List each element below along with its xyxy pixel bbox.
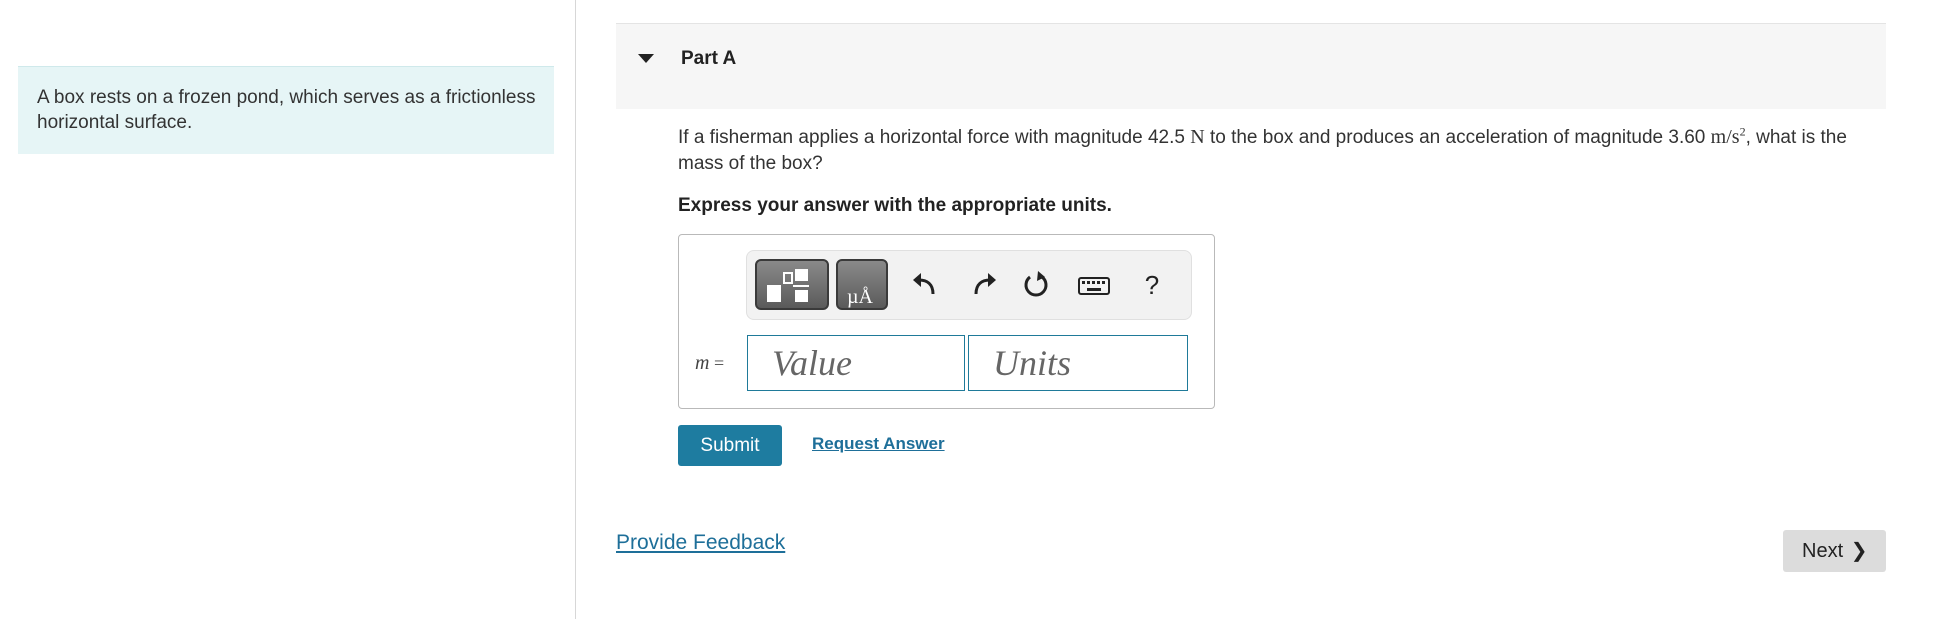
help-button[interactable]: ? bbox=[1135, 268, 1169, 302]
units-symbols-button[interactable]: µÅ bbox=[836, 259, 888, 310]
provide-feedback-link[interactable]: Provide Feedback bbox=[616, 531, 785, 555]
submit-button[interactable]: Submit bbox=[678, 425, 782, 466]
accel-unit: m/s2 bbox=[1710, 124, 1746, 148]
svg-text:µÅ: µÅ bbox=[847, 286, 874, 308]
redo-icon bbox=[974, 273, 996, 295]
problem-intro: A box rests on a frozen pond, which serv… bbox=[18, 66, 554, 154]
caret-down-icon[interactable] bbox=[638, 54, 654, 63]
mass-label: m = bbox=[695, 352, 725, 374]
keyboard-icon bbox=[1078, 277, 1110, 295]
question-text: If a fisherman applies a horizontal forc… bbox=[678, 124, 1847, 174]
redo-button[interactable] bbox=[966, 268, 1000, 302]
units-symbols-icon: µÅ bbox=[847, 286, 874, 308]
force-unit: N bbox=[1190, 126, 1205, 148]
part-header[interactable]: Part A bbox=[616, 23, 1886, 109]
left-pane: A box rests on a frozen pond, which serv… bbox=[0, 0, 576, 619]
next-button[interactable]: Next ❯ bbox=[1783, 530, 1886, 572]
part-title: Part A bbox=[681, 48, 737, 69]
request-answer-link[interactable]: Request Answer bbox=[812, 434, 945, 454]
templates-icon bbox=[767, 269, 809, 302]
help-icon: ? bbox=[1144, 270, 1160, 300]
units-input[interactable]: Units bbox=[968, 335, 1188, 391]
chevron-right-icon: ❯ bbox=[1850, 540, 1868, 562]
reset-icon bbox=[1024, 271, 1048, 297]
undo-icon bbox=[913, 273, 935, 295]
undo-button[interactable] bbox=[909, 268, 943, 302]
keyboard-button[interactable] bbox=[1077, 268, 1111, 302]
answer-instruction: Express your answer with the appropriate… bbox=[678, 195, 1112, 216]
templates-button[interactable] bbox=[755, 259, 829, 310]
problem-intro-text: A box rests on a frozen pond, which serv… bbox=[37, 87, 536, 133]
reset-button[interactable] bbox=[1019, 268, 1053, 302]
next-label: Next bbox=[1802, 540, 1844, 562]
math-toolbar: µÅ ? bbox=[746, 250, 1192, 320]
answer-box: µÅ ? m = Value Units bbox=[678, 234, 1215, 409]
value-input[interactable]: Value bbox=[747, 335, 965, 391]
